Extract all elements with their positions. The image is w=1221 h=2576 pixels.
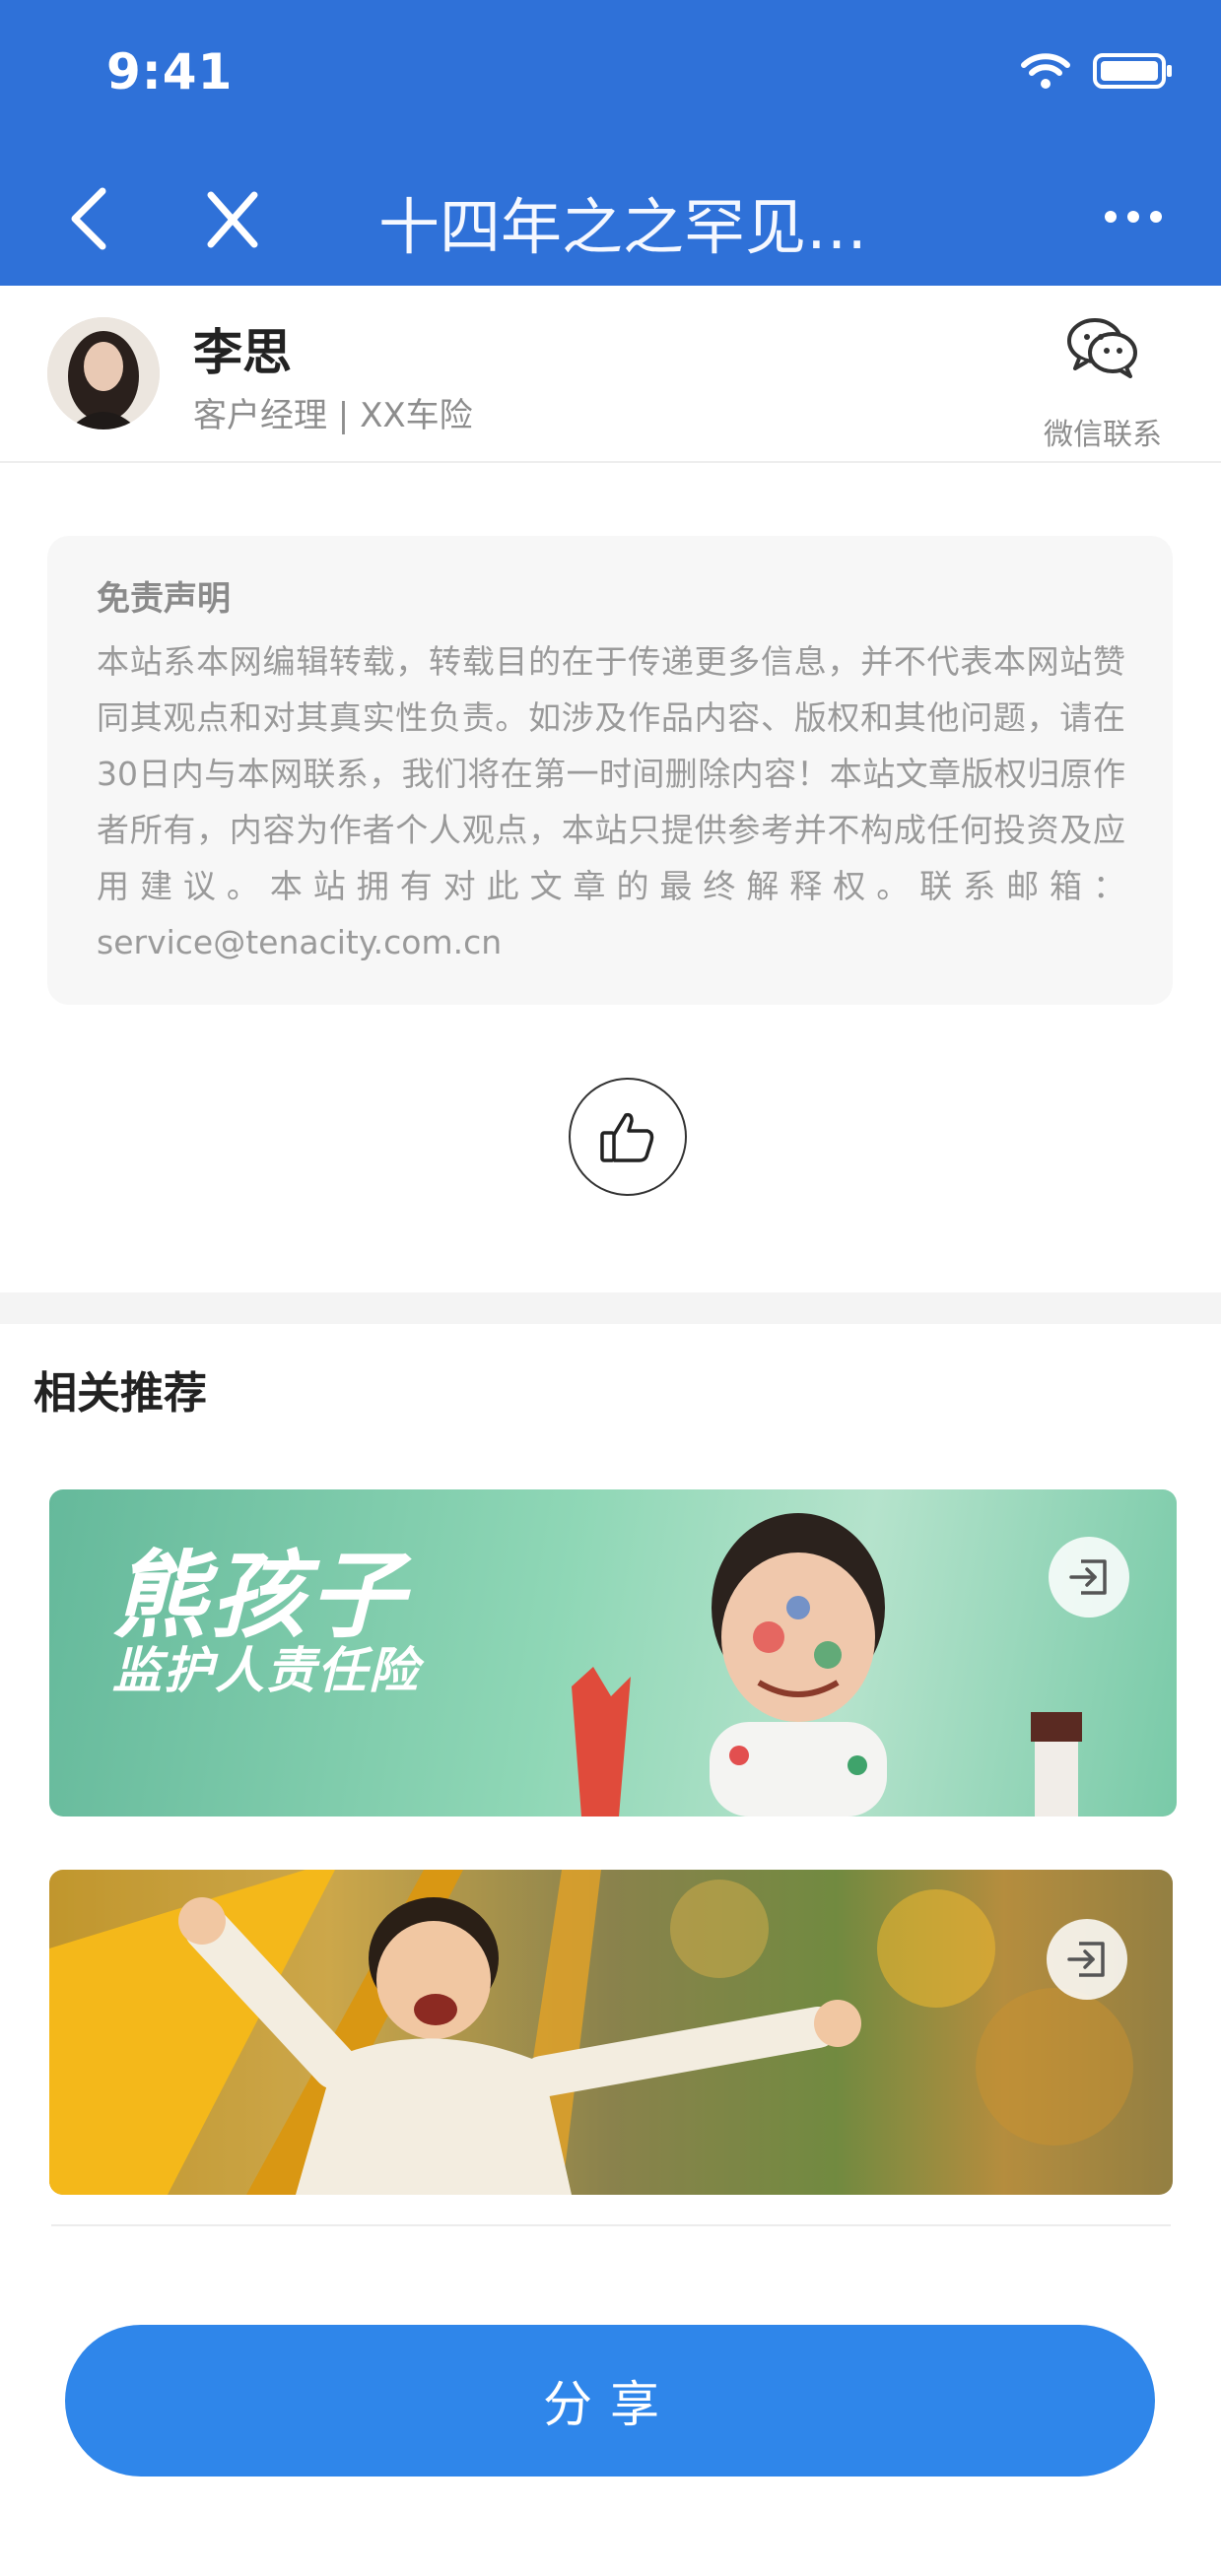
playground-photo [49,1870,1173,2195]
disclaimer-body: 本站系本网编辑转载，转载目的在于传递更多信息，并不代表本网站赞同其观点和对其真实… [97,642,1125,961]
disclaimer-heading: 免责声明 [97,579,231,619]
nav-bar: 十四年之之罕见… [0,167,1221,266]
status-icons [1020,51,1174,91]
divider-line [51,2224,1171,2226]
like-button[interactable] [569,1078,687,1196]
author-name: 李思 [193,324,292,381]
disclaimer-box: 免责声明 本站系本网编辑转载，转载目的在于传递更多信息，并不代表本网站赞同其观点… [47,536,1173,1005]
recommend-banner-2[interactable] [49,1870,1173,2195]
status-time: 9:41 [106,43,234,100]
thumb-up-icon [600,1112,654,1162]
child-illustration [572,1513,1082,1816]
more-icon[interactable] [1099,187,1168,246]
battery-icon [1093,53,1172,89]
recommend-title: 相关推荐 [34,1368,207,1419]
wechat-icon [1067,318,1137,378]
header-bar: 9:41 十四年之之罕见… [0,0,1221,286]
banner-subline: 监护人责任险 [112,1642,420,1699]
avatar[interactable] [47,317,160,429]
author-card: 李思 客户经理 | XX车险 微信联系 [0,286,1221,463]
author-role: 客户经理 | XX车险 [193,396,473,435]
article-page: 9:41 十四年之之罕见… 李思 客户经理 | XX车险 微信联系 免责声明 本… [0,0,1221,2576]
page-title: 十四年之之罕见… [378,191,868,263]
share-button[interactable]: 分享 [65,2325,1155,2477]
close-icon[interactable] [203,185,262,254]
back-icon[interactable] [59,179,118,258]
wechat-label: 微信联系 [1044,418,1162,452]
external-link-icon [1069,1559,1107,1595]
wechat-contact-button[interactable]: 微信联系 [1034,315,1172,452]
recommend-banner-1[interactable]: 熊孩子 监护人责任险 [49,1489,1177,1816]
external-link-button[interactable] [1049,1537,1129,1618]
section-divider [0,1292,1221,1324]
external-link-icon [1067,1942,1105,1977]
external-link-button[interactable] [1047,1919,1127,2000]
wifi-icon [1021,53,1070,89]
